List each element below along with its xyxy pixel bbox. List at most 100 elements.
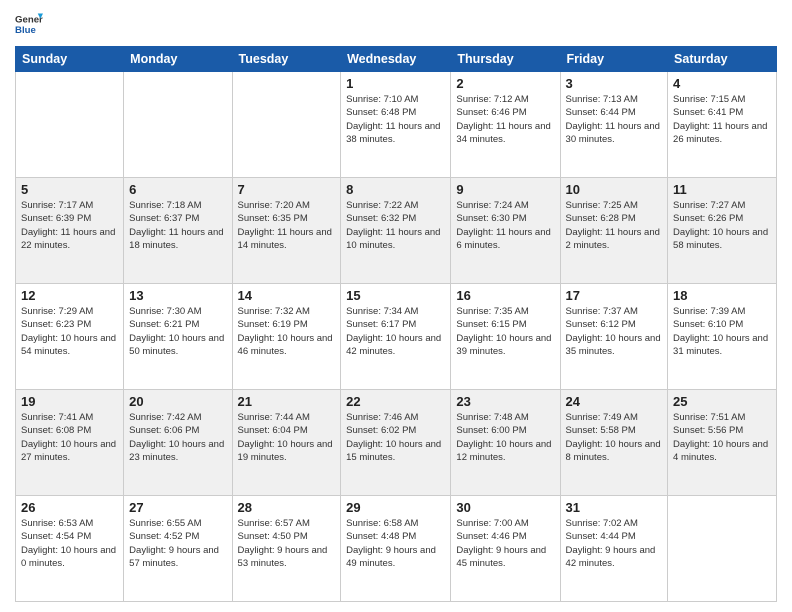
day-info: Sunrise: 7:44 AM Sunset: 6:04 PM Dayligh… <box>238 411 336 464</box>
logo: General Blue <box>15 10 43 38</box>
day-info: Sunrise: 7:22 AM Sunset: 6:32 PM Dayligh… <box>346 199 445 252</box>
day-info: Sunrise: 7:41 AM Sunset: 6:08 PM Dayligh… <box>21 411 118 464</box>
calendar-cell: 25 Sunrise: 7:51 AM Sunset: 5:56 PM Dayli… <box>668 390 777 496</box>
calendar-cell: 2 Sunrise: 7:12 AM Sunset: 6:46 PM Daylig… <box>451 72 560 178</box>
calendar-cell: 29 Sunrise: 6:58 AM Sunset: 4:48 PM Dayli… <box>341 496 451 602</box>
calendar-cell: 12 Sunrise: 7:29 AM Sunset: 6:23 PM Dayli… <box>16 284 124 390</box>
calendar-cell: 7 Sunrise: 7:20 AM Sunset: 6:35 PM Daylig… <box>232 178 341 284</box>
day-info: Sunrise: 6:55 AM Sunset: 4:52 PM Dayligh… <box>129 517 226 570</box>
weekday-header: Wednesday <box>341 47 451 72</box>
svg-text:Blue: Blue <box>15 25 36 36</box>
svg-text:General: General <box>15 14 43 25</box>
day-info: Sunrise: 6:58 AM Sunset: 4:48 PM Dayligh… <box>346 517 445 570</box>
day-info: Sunrise: 7:37 AM Sunset: 6:12 PM Dayligh… <box>566 305 663 358</box>
day-info: Sunrise: 7:48 AM Sunset: 6:00 PM Dayligh… <box>456 411 554 464</box>
day-info: Sunrise: 7:15 AM Sunset: 6:41 PM Dayligh… <box>673 93 771 146</box>
logo-icon: General Blue <box>15 10 43 38</box>
calendar-cell: 11 Sunrise: 7:27 AM Sunset: 6:26 PM Dayli… <box>668 178 777 284</box>
day-info: Sunrise: 7:39 AM Sunset: 6:10 PM Dayligh… <box>673 305 771 358</box>
calendar-cell: 27Sunrise: 6:55 AM Sunset: 4:52 PM Dayli… <box>124 496 232 602</box>
calendar-cell: 22 Sunrise: 7:46 AM Sunset: 6:02 PM Dayli… <box>341 390 451 496</box>
day-number: 22 <box>346 394 445 409</box>
day-number: 4 <box>673 76 771 91</box>
day-number: 10 <box>566 182 663 197</box>
day-info: Sunrise: 7:25 AM Sunset: 6:28 PM Dayligh… <box>566 199 663 252</box>
day-info: Sunrise: 7:02 AM Sunset: 4:44 PM Dayligh… <box>566 517 663 570</box>
calendar-cell: 1 Sunrise: 7:10 AM Sunset: 6:48 PM Daylig… <box>341 72 451 178</box>
day-info: Sunrise: 7:20 AM Sunset: 6:35 PM Dayligh… <box>238 199 336 252</box>
day-info: Sunrise: 7:29 AM Sunset: 6:23 PM Dayligh… <box>21 305 118 358</box>
calendar-cell: 24Sunrise: 7:49 AM Sunset: 5:58 PM Dayli… <box>560 390 668 496</box>
day-info: Sunrise: 7:24 AM Sunset: 6:30 PM Dayligh… <box>456 199 554 252</box>
day-number: 5 <box>21 182 118 197</box>
day-info: Sunrise: 7:18 AM Sunset: 6:37 PM Dayligh… <box>129 199 226 252</box>
day-number: 1 <box>346 76 445 91</box>
calendar-cell: 23 Sunrise: 7:48 AM Sunset: 6:00 PM Dayli… <box>451 390 560 496</box>
calendar: SundayMondayTuesdayWednesdayThursdayFrid… <box>15 46 777 602</box>
day-number: 11 <box>673 182 771 197</box>
day-number: 6 <box>129 182 226 197</box>
day-number: 26 <box>21 500 118 515</box>
day-number: 29 <box>346 500 445 515</box>
calendar-cell: 21 Sunrise: 7:44 AM Sunset: 6:04 PM Dayli… <box>232 390 341 496</box>
calendar-cell <box>124 72 232 178</box>
calendar-cell: 26 Sunrise: 6:53 AM Sunset: 4:54 PM Dayli… <box>16 496 124 602</box>
day-number: 30 <box>456 500 554 515</box>
day-number: 14 <box>238 288 336 303</box>
weekday-header: Sunday <box>16 47 124 72</box>
calendar-cell: 13 Sunrise: 7:30 AM Sunset: 6:21 PM Dayli… <box>124 284 232 390</box>
day-number: 28 <box>238 500 336 515</box>
weekday-header: Monday <box>124 47 232 72</box>
day-number: 2 <box>456 76 554 91</box>
day-info: Sunrise: 7:17 AM Sunset: 6:39 PM Dayligh… <box>21 199 118 252</box>
day-number: 18 <box>673 288 771 303</box>
calendar-cell: 19 Sunrise: 7:41 AM Sunset: 6:08 PM Dayli… <box>16 390 124 496</box>
calendar-cell: 10 Sunrise: 7:25 AM Sunset: 6:28 PM Dayli… <box>560 178 668 284</box>
day-number: 24 <box>566 394 663 409</box>
calendar-cell: 30Sunrise: 7:00 AM Sunset: 4:46 PM Dayli… <box>451 496 560 602</box>
day-number: 20 <box>129 394 226 409</box>
calendar-cell: 14 Sunrise: 7:32 AM Sunset: 6:19 PM Dayli… <box>232 284 341 390</box>
weekday-header: Saturday <box>668 47 777 72</box>
day-number: 23 <box>456 394 554 409</box>
day-info: Sunrise: 7:32 AM Sunset: 6:19 PM Dayligh… <box>238 305 336 358</box>
header: General Blue <box>15 10 777 38</box>
day-number: 31 <box>566 500 663 515</box>
calendar-cell <box>16 72 124 178</box>
day-info: Sunrise: 7:51 AM Sunset: 5:56 PM Dayligh… <box>673 411 771 464</box>
day-number: 9 <box>456 182 554 197</box>
weekday-header: Tuesday <box>232 47 341 72</box>
day-number: 7 <box>238 182 336 197</box>
day-info: Sunrise: 7:46 AM Sunset: 6:02 PM Dayligh… <box>346 411 445 464</box>
calendar-cell: 28 Sunrise: 6:57 AM Sunset: 4:50 PM Dayli… <box>232 496 341 602</box>
calendar-cell: 3Sunrise: 7:13 AM Sunset: 6:44 PM Daylig… <box>560 72 668 178</box>
day-number: 16 <box>456 288 554 303</box>
day-info: Sunrise: 7:34 AM Sunset: 6:17 PM Dayligh… <box>346 305 445 358</box>
day-info: Sunrise: 7:12 AM Sunset: 6:46 PM Dayligh… <box>456 93 554 146</box>
weekday-header: Thursday <box>451 47 560 72</box>
day-number: 3 <box>566 76 663 91</box>
day-number: 19 <box>21 394 118 409</box>
day-number: 15 <box>346 288 445 303</box>
calendar-cell: 16 Sunrise: 7:35 AM Sunset: 6:15 PM Dayli… <box>451 284 560 390</box>
calendar-cell: 15 Sunrise: 7:34 AM Sunset: 6:17 PM Dayli… <box>341 284 451 390</box>
day-info: Sunrise: 7:35 AM Sunset: 6:15 PM Dayligh… <box>456 305 554 358</box>
day-info: Sunrise: 7:30 AM Sunset: 6:21 PM Dayligh… <box>129 305 226 358</box>
page: General Blue SundayMondayTuesdayWednesda… <box>0 0 792 612</box>
calendar-cell: 4 Sunrise: 7:15 AM Sunset: 6:41 PM Daylig… <box>668 72 777 178</box>
calendar-cell: 8Sunrise: 7:22 AM Sunset: 6:32 PM Daylig… <box>341 178 451 284</box>
day-info: Sunrise: 7:27 AM Sunset: 6:26 PM Dayligh… <box>673 199 771 252</box>
day-number: 21 <box>238 394 336 409</box>
day-info: Sunrise: 6:57 AM Sunset: 4:50 PM Dayligh… <box>238 517 336 570</box>
calendar-cell: 5 Sunrise: 7:17 AM Sunset: 6:39 PM Daylig… <box>16 178 124 284</box>
day-number: 25 <box>673 394 771 409</box>
day-info: Sunrise: 7:10 AM Sunset: 6:48 PM Dayligh… <box>346 93 445 146</box>
calendar-cell: 18 Sunrise: 7:39 AM Sunset: 6:10 PM Dayli… <box>668 284 777 390</box>
day-number: 12 <box>21 288 118 303</box>
calendar-cell <box>232 72 341 178</box>
day-number: 13 <box>129 288 226 303</box>
day-number: 17 <box>566 288 663 303</box>
weekday-header: Friday <box>560 47 668 72</box>
calendar-cell: 17 Sunrise: 7:37 AM Sunset: 6:12 PM Dayli… <box>560 284 668 390</box>
day-info: Sunrise: 6:53 AM Sunset: 4:54 PM Dayligh… <box>21 517 118 570</box>
